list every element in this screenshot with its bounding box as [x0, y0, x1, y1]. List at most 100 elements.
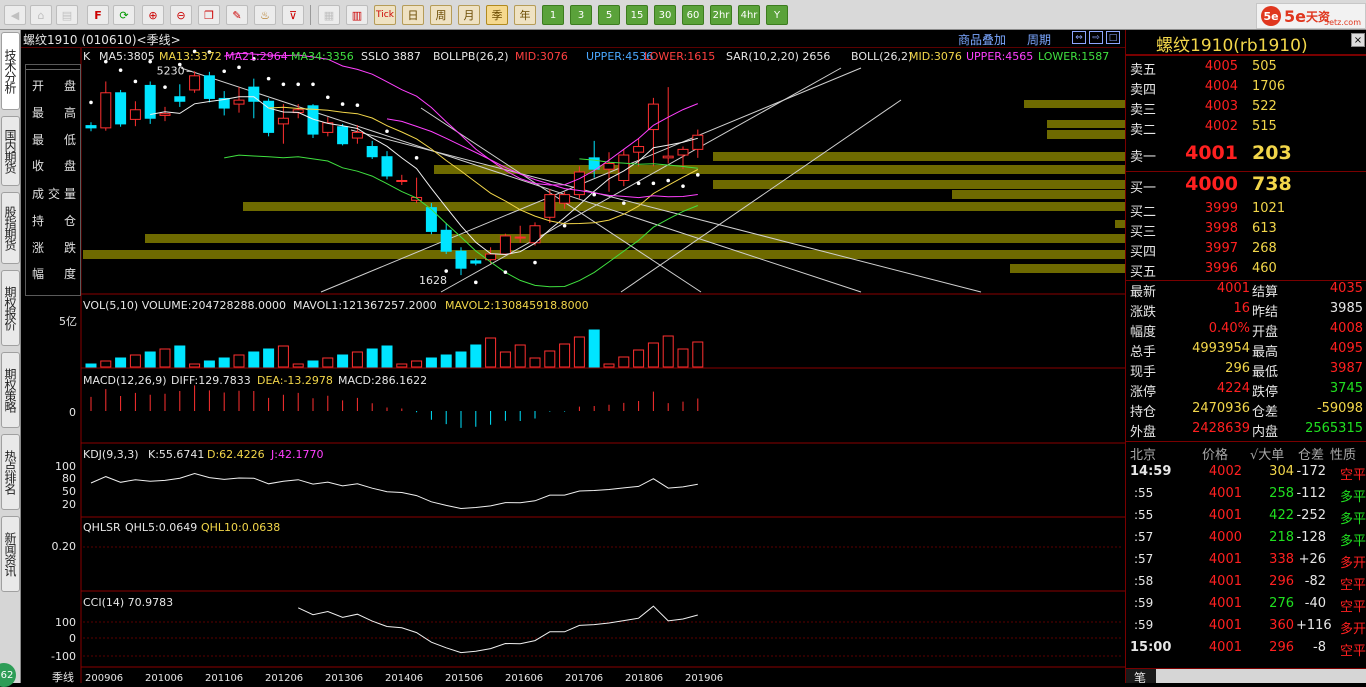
stat-value-right: -59098: [1316, 401, 1363, 416]
bid-row-1[interactable]: 买一 4000 738: [1126, 173, 1366, 196]
ma21-line: [386, 118, 698, 199]
sar-dot: [237, 65, 241, 70]
volume-bar: [351, 351, 363, 368]
ask-row-5[interactable]: 卖五 4005 505: [1126, 59, 1366, 79]
zoom-out-icon[interactable]: ⊖: [170, 5, 192, 25]
chart-title: 螺纹1910 (010610)<季线>: [23, 33, 181, 47]
period-button-1[interactable]: 周: [430, 5, 452, 25]
table-icon[interactable]: ▦: [318, 5, 340, 25]
volume-bar: [337, 354, 349, 368]
bid-row-3[interactable]: 买三 3998 613: [1126, 221, 1366, 241]
tick-button[interactable]: Tick: [374, 5, 396, 25]
bid-row-2[interactable]: 买二 3999 1021: [1126, 201, 1366, 221]
period-button-9[interactable]: 30: [654, 5, 676, 25]
ask-row-1[interactable]: 卖一 4001 203: [1126, 142, 1366, 165]
tab-trades[interactable]: 笔: [1134, 669, 1146, 686]
back-icon[interactable]: ◀: [4, 5, 26, 25]
window-icon[interactable]: ❐: [198, 5, 220, 25]
scroll-left-icon[interactable]: ⇔: [1072, 31, 1086, 44]
volume-bar: [662, 335, 674, 368]
sar-dot: [266, 76, 271, 81]
sar-dot: [340, 102, 345, 106]
bid-label: 买二: [1130, 205, 1157, 220]
zoom-in-icon[interactable]: ⊕: [142, 5, 164, 25]
f10-icon[interactable]: F: [87, 5, 109, 25]
period-button-8[interactable]: 15: [626, 5, 648, 25]
volume-profile-bar: [713, 180, 1125, 189]
ask-row-3[interactable]: 卖三 4003 522: [1126, 99, 1366, 119]
left-tab-4[interactable]: 期权策略: [1, 352, 20, 428]
draw-pen-icon[interactable]: ✎: [226, 5, 248, 25]
volume-bar: [411, 360, 423, 368]
period-button-5[interactable]: 1: [542, 5, 564, 25]
scroll-right-icon[interactable]: ⇨: [1089, 31, 1103, 44]
volume-bar: [692, 341, 704, 368]
overlay-link[interactable]: 商品叠加: [958, 31, 1006, 48]
macd-title: MACD(12,26,9): [83, 374, 167, 387]
period-button-3[interactable]: 季: [486, 5, 508, 25]
bid-volume: 268: [1252, 241, 1277, 256]
period-button-6[interactable]: 3: [570, 5, 592, 25]
period-button-12[interactable]: 4hr: [738, 5, 760, 25]
info-label-2: 最 低: [32, 133, 76, 147]
legend-bupper: UPPER:4565: [966, 50, 1033, 63]
cci-axis-label: 100: [55, 616, 76, 629]
tick-time: :59: [1134, 596, 1154, 610]
left-tab-3[interactable]: 期权报价: [1, 270, 20, 346]
period-button-0[interactable]: 日: [402, 5, 424, 25]
volume-bar: [233, 354, 245, 368]
close-icon[interactable]: ×: [1351, 33, 1365, 47]
ask-label: 卖四: [1130, 83, 1157, 98]
volume-profile-bar: [713, 152, 1125, 161]
info-label-5: 持 仓: [32, 214, 76, 228]
notebook-icon[interactable]: ▤: [56, 5, 78, 25]
period-button-4[interactable]: 年: [514, 5, 536, 25]
candle-body: [277, 117, 289, 125]
left-tab-5[interactable]: 热点排名: [1, 434, 20, 510]
filter-icon[interactable]: ⊽: [282, 5, 304, 25]
left-tab-2[interactable]: 股指期货: [1, 192, 20, 264]
bid-row-4[interactable]: 买四 3997 268: [1126, 241, 1366, 261]
ask-row-2[interactable]: 卖二 4002 515: [1126, 119, 1366, 139]
period-button-7[interactable]: 5: [598, 5, 620, 25]
tick-row: :59 4001 360 +116 多开: [1126, 618, 1366, 640]
cci-axis-label: 0: [69, 632, 76, 645]
stat-label-right: 昨结: [1252, 305, 1279, 320]
home-icon[interactable]: ⌂: [30, 5, 52, 25]
legend-sslo: SSLO 3887: [361, 50, 421, 63]
bar-chart-icon[interactable]: ▥: [346, 5, 368, 25]
period-button-2[interactable]: 月: [458, 5, 480, 25]
tick-row: :55 4001 258 -112 多平: [1126, 486, 1366, 508]
indicator-icon[interactable]: ♨: [254, 5, 276, 25]
ma5-line: [150, 96, 698, 256]
candle-body: [85, 125, 97, 129]
ask-row-4[interactable]: 卖四 4004 1706: [1126, 79, 1366, 99]
period-button-11[interactable]: 2hr: [710, 5, 732, 25]
tick-position-diff: -8: [1313, 640, 1326, 655]
candle-body: [337, 126, 349, 145]
refresh-icon[interactable]: ⟳: [113, 5, 135, 25]
stat-label-left: 涨跌: [1130, 305, 1157, 320]
stat-label-left: 持仓: [1130, 405, 1157, 420]
left-tab-6[interactable]: 新闻资讯: [1, 516, 20, 592]
kline-chart[interactable]: 5230 1628 K MA5:3805 MA13:3372 MA21:2964 MA34:…: [21, 30, 1125, 683]
close-chart-icon[interactable]: □: [1106, 31, 1120, 44]
tick-position-diff: -128: [1296, 530, 1326, 545]
tick-row: 14:59 4002 304 -172 空平: [1126, 464, 1366, 486]
period-button-13[interactable]: Y: [766, 5, 788, 25]
bid-row-5[interactable]: 买五 3996 460: [1126, 261, 1366, 281]
qhlsr-axis-label: 0.20: [52, 540, 77, 553]
period-link[interactable]: 周期: [1027, 31, 1051, 48]
left-tab-0[interactable]: 技术分析: [1, 32, 20, 110]
5etz-logo: 5e 5e 天资 5etz.com: [1256, 3, 1366, 29]
candle-body: [455, 250, 467, 269]
tick-volume: 360: [1269, 618, 1294, 633]
sar-dot: [622, 201, 626, 205]
tick-nature: 空平: [1339, 468, 1366, 483]
period-button-10[interactable]: 60: [682, 5, 704, 25]
stat-value-right: 3987: [1329, 361, 1363, 376]
macd-axis-label: 0: [69, 406, 76, 419]
legend-ma5: MA5:3805: [99, 50, 155, 63]
candle-body: [633, 146, 645, 153]
left-tab-1[interactable]: 国内期货: [1, 116, 20, 186]
